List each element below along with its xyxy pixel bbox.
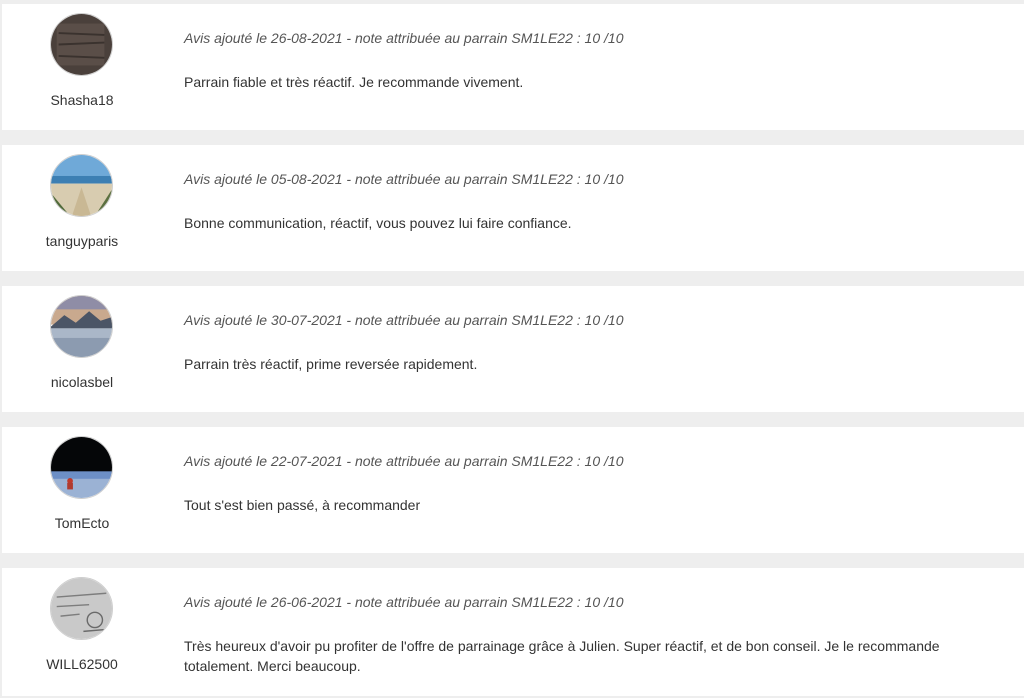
username[interactable]: WILL62500 bbox=[22, 656, 142, 672]
review-comment: Parrain très réactif, prime reversée rap… bbox=[184, 356, 478, 372]
username[interactable]: TomEcto bbox=[22, 515, 142, 531]
review-comment: Bonne communication, réactif, vous pouve… bbox=[184, 215, 572, 231]
beach-avatar-icon bbox=[51, 155, 112, 216]
review-card: WILL62500 Avis ajouté le 26-06-2021 - no… bbox=[2, 568, 1024, 696]
sketch-avatar-icon bbox=[51, 578, 112, 639]
user-avatar[interactable] bbox=[50, 13, 113, 76]
review-list: Shasha18 Avis ajouté le 26-08-2021 - not… bbox=[0, 0, 1024, 698]
user-avatar[interactable] bbox=[50, 154, 113, 217]
user-avatar[interactable] bbox=[50, 577, 113, 640]
review-comment: Très heureux d'avoir pu profiter de l'of… bbox=[184, 638, 940, 674]
night-sky-person-avatar-icon bbox=[51, 437, 112, 498]
review-card: nicolasbel Avis ajouté le 30-07-2021 - n… bbox=[2, 286, 1024, 412]
review-card: TomEcto Avis ajouté le 22-07-2021 - note… bbox=[2, 427, 1024, 553]
review-meta: Avis ajouté le 26-06-2021 - note attribu… bbox=[184, 594, 624, 610]
review-meta: Avis ajouté le 05-08-2021 - note attribu… bbox=[184, 171, 624, 187]
username[interactable]: nicolasbel bbox=[22, 374, 142, 390]
dark-texture-avatar-icon bbox=[51, 14, 112, 75]
review-meta: Avis ajouté le 26-08-2021 - note attribu… bbox=[184, 30, 624, 46]
review-comment: Tout s'est bien passé, à recommander bbox=[184, 497, 421, 513]
review-comment: Parrain fiable et très réactif. Je recom… bbox=[184, 74, 524, 90]
review-meta: Avis ajouté le 22-07-2021 - note attribu… bbox=[184, 453, 624, 469]
review-meta: Avis ajouté le 30-07-2021 - note attribu… bbox=[184, 312, 624, 328]
mountain-lake-avatar-icon bbox=[51, 296, 112, 357]
user-avatar[interactable] bbox=[50, 436, 113, 499]
username[interactable]: tanguyparis bbox=[22, 233, 142, 249]
username[interactable]: Shasha18 bbox=[22, 92, 142, 108]
review-card: tanguyparis Avis ajouté le 05-08-2021 - … bbox=[2, 145, 1024, 271]
user-avatar[interactable] bbox=[50, 295, 113, 358]
review-card: Shasha18 Avis ajouté le 26-08-2021 - not… bbox=[2, 4, 1024, 130]
